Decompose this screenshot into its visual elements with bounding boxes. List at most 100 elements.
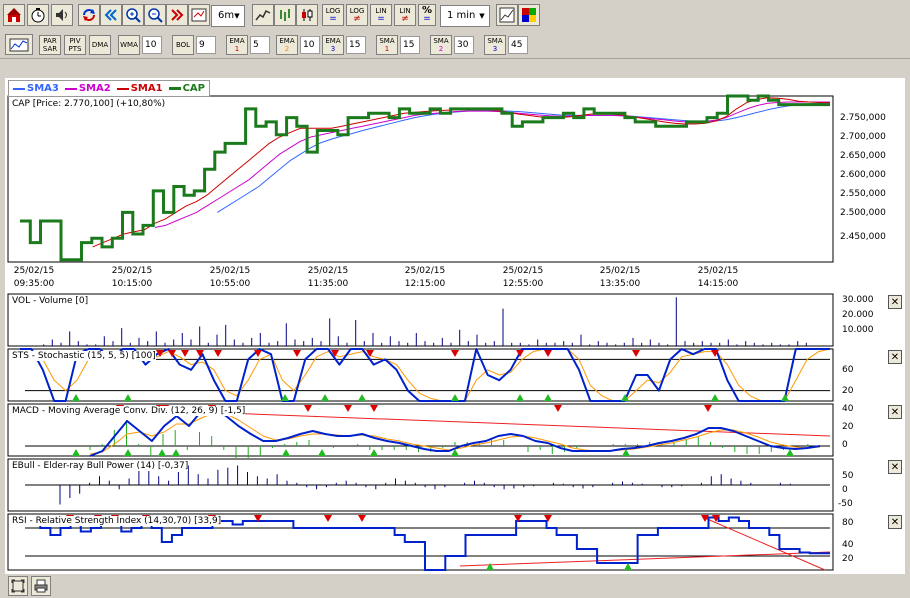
sell-signal-icon xyxy=(181,350,189,357)
x-tick-label: 25/02/15 12:15:00 xyxy=(395,265,455,291)
sell-signal-icon xyxy=(370,405,378,412)
buy-signal-icon xyxy=(172,449,180,456)
legend-sma2-label: SMA2 xyxy=(78,83,111,94)
close-macd-panel-icon[interactable]: ✕ xyxy=(888,405,902,419)
x-tick-time: 12:55:00 xyxy=(502,279,544,289)
x-tick-date: 25/02/15 xyxy=(111,266,153,276)
sell-signal-icon xyxy=(451,350,459,357)
x-tick-label: 25/02/15 09:35:00 xyxy=(4,265,64,291)
buy-signal-icon xyxy=(72,449,80,456)
stochastic-panel-title: STS - Stochastic (15, 5, 5) [100] xyxy=(12,351,156,361)
cap-price-line xyxy=(20,94,830,262)
x-tick-label: 25/02/15 14:15:00 xyxy=(688,265,748,291)
stochastic-y-tick: 60 xyxy=(842,365,854,375)
x-tick-label: 25/02/15 10:55:00 xyxy=(200,265,260,291)
buy-signal-icon xyxy=(516,394,524,401)
x-tick-label: 25/02/15 13:35:00 xyxy=(590,265,650,291)
price-panel-title: CAP [Price: 2.770,100] (+10,80%) xyxy=(12,99,166,109)
buy-signal-icon xyxy=(486,563,494,570)
sell-signal-icon xyxy=(554,405,562,412)
rsi-y-tick: 80 xyxy=(842,518,854,528)
buy-signal-icon xyxy=(124,394,132,401)
x-tick-time: 11:35:00 xyxy=(307,279,349,289)
buy-signal-icon xyxy=(158,449,166,456)
x-tick-date: 25/02/15 xyxy=(13,266,55,276)
rsi-y-tick: 20 xyxy=(842,554,854,564)
buy-signal-icon xyxy=(124,449,132,456)
sell-signal-icon xyxy=(358,515,366,522)
buy-signal-icon xyxy=(624,563,632,570)
legend-sma2: SMA2 xyxy=(64,83,111,94)
x-tick-date: 25/02/15 xyxy=(307,266,349,276)
close-volume-panel-icon[interactable]: ✕ xyxy=(888,295,902,309)
buy-signal-icon xyxy=(451,394,459,401)
macd-y-tick: 40 xyxy=(842,404,854,414)
sell-signal-icon xyxy=(632,350,640,357)
legend-cap-label: CAP xyxy=(182,83,205,94)
x-tick-label: 25/02/15 10:15:00 xyxy=(102,265,162,291)
fullscreen-icon[interactable] xyxy=(8,576,28,596)
x-tick-date: 25/02/15 xyxy=(404,266,446,276)
buy-signal-icon xyxy=(358,394,366,401)
elder-y-tick: 0 xyxy=(842,485,848,495)
volume-y-tick: 10.000 xyxy=(842,325,874,335)
close-elder-panel-icon[interactable]: ✕ xyxy=(888,460,902,474)
buy-signal-icon xyxy=(544,394,552,401)
price-y-tick: 2.750,000 xyxy=(840,113,886,123)
elder-panel-title: EBull - Elder-ray Bull Power (14) [-0,37… xyxy=(12,461,189,471)
x-tick-date: 25/02/15 xyxy=(209,266,251,276)
panel-frame xyxy=(7,293,834,347)
sma3-line xyxy=(217,102,830,213)
macd-y-tick: 0 xyxy=(842,440,848,450)
x-tick-time: 10:55:00 xyxy=(209,279,251,289)
price-y-tick: 2.700,000 xyxy=(840,132,886,142)
buy-signal-icon xyxy=(318,449,326,456)
sell-signal-icon xyxy=(344,405,352,412)
elder-y-tick: 50 xyxy=(842,471,854,481)
print-icon[interactable] xyxy=(31,576,51,596)
buy-signal-icon xyxy=(711,394,719,401)
sell-signal-icon xyxy=(544,350,552,357)
sell-signal-icon xyxy=(168,350,176,357)
legend-sma1-label: SMA1 xyxy=(130,83,163,94)
x-tick-label: 25/02/15 12:55:00 xyxy=(493,265,553,291)
sell-signal-icon xyxy=(293,350,301,357)
macd-y-tick: 20 xyxy=(842,422,854,432)
legend-sma3: SMA3 xyxy=(13,83,59,94)
volume-y-tick: 20.000 xyxy=(842,310,874,320)
x-tick-date: 25/02/15 xyxy=(599,266,641,276)
legend-sma3-label: SMA3 xyxy=(27,83,59,94)
close-rsi-panel-icon[interactable]: ✕ xyxy=(888,515,902,529)
rsi-resistance-trendline xyxy=(704,517,826,571)
rsi-panel-title: RSI - Relative Strength Index (14,30,70)… xyxy=(12,516,222,526)
elder-y-tick: -50 xyxy=(838,499,853,509)
price-y-tick: 2.600,000 xyxy=(840,170,886,180)
rsi-y-tick: 40 xyxy=(842,540,854,550)
volume-panel-title: VOL - Volume [0] xyxy=(12,296,89,306)
sell-signal-icon xyxy=(704,405,712,412)
legend-cap: CAP xyxy=(168,83,205,94)
x-tick-time: 12:15:00 xyxy=(404,279,446,289)
rsi-support-trendline xyxy=(459,551,831,567)
x-tick-date: 25/02/15 xyxy=(697,266,739,276)
price-y-tick: 2.450,000 xyxy=(840,232,886,242)
x-tick-time: 09:35:00 xyxy=(13,279,55,289)
x-tick-time: 14:15:00 xyxy=(697,279,739,289)
price-y-tick: 2.650,000 xyxy=(840,151,886,161)
x-tick-date: 25/02/15 xyxy=(502,266,544,276)
sell-signal-icon xyxy=(324,515,332,522)
close-stochastic-panel-icon[interactable]: ✕ xyxy=(888,350,902,364)
buy-signal-icon xyxy=(786,449,794,456)
sell-signal-icon xyxy=(304,405,312,412)
x-tick-time: 13:35:00 xyxy=(599,279,641,289)
buy-signal-icon xyxy=(282,449,290,456)
x-tick-time: 10:15:00 xyxy=(111,279,153,289)
x-tick-label: 25/02/15 11:35:00 xyxy=(298,265,358,291)
price-legend: SMA3 SMA2 SMA1 CAP xyxy=(8,80,210,97)
macd-panel-title: MACD - Moving Average Conv. Div. (12, 26… xyxy=(12,406,246,416)
price-y-tick: 2.500,000 xyxy=(840,208,886,218)
price-y-tick: 2.550,000 xyxy=(840,189,886,199)
bottom-toolbar xyxy=(0,574,910,598)
buy-signal-icon xyxy=(72,394,80,401)
sell-signal-icon xyxy=(214,350,222,357)
